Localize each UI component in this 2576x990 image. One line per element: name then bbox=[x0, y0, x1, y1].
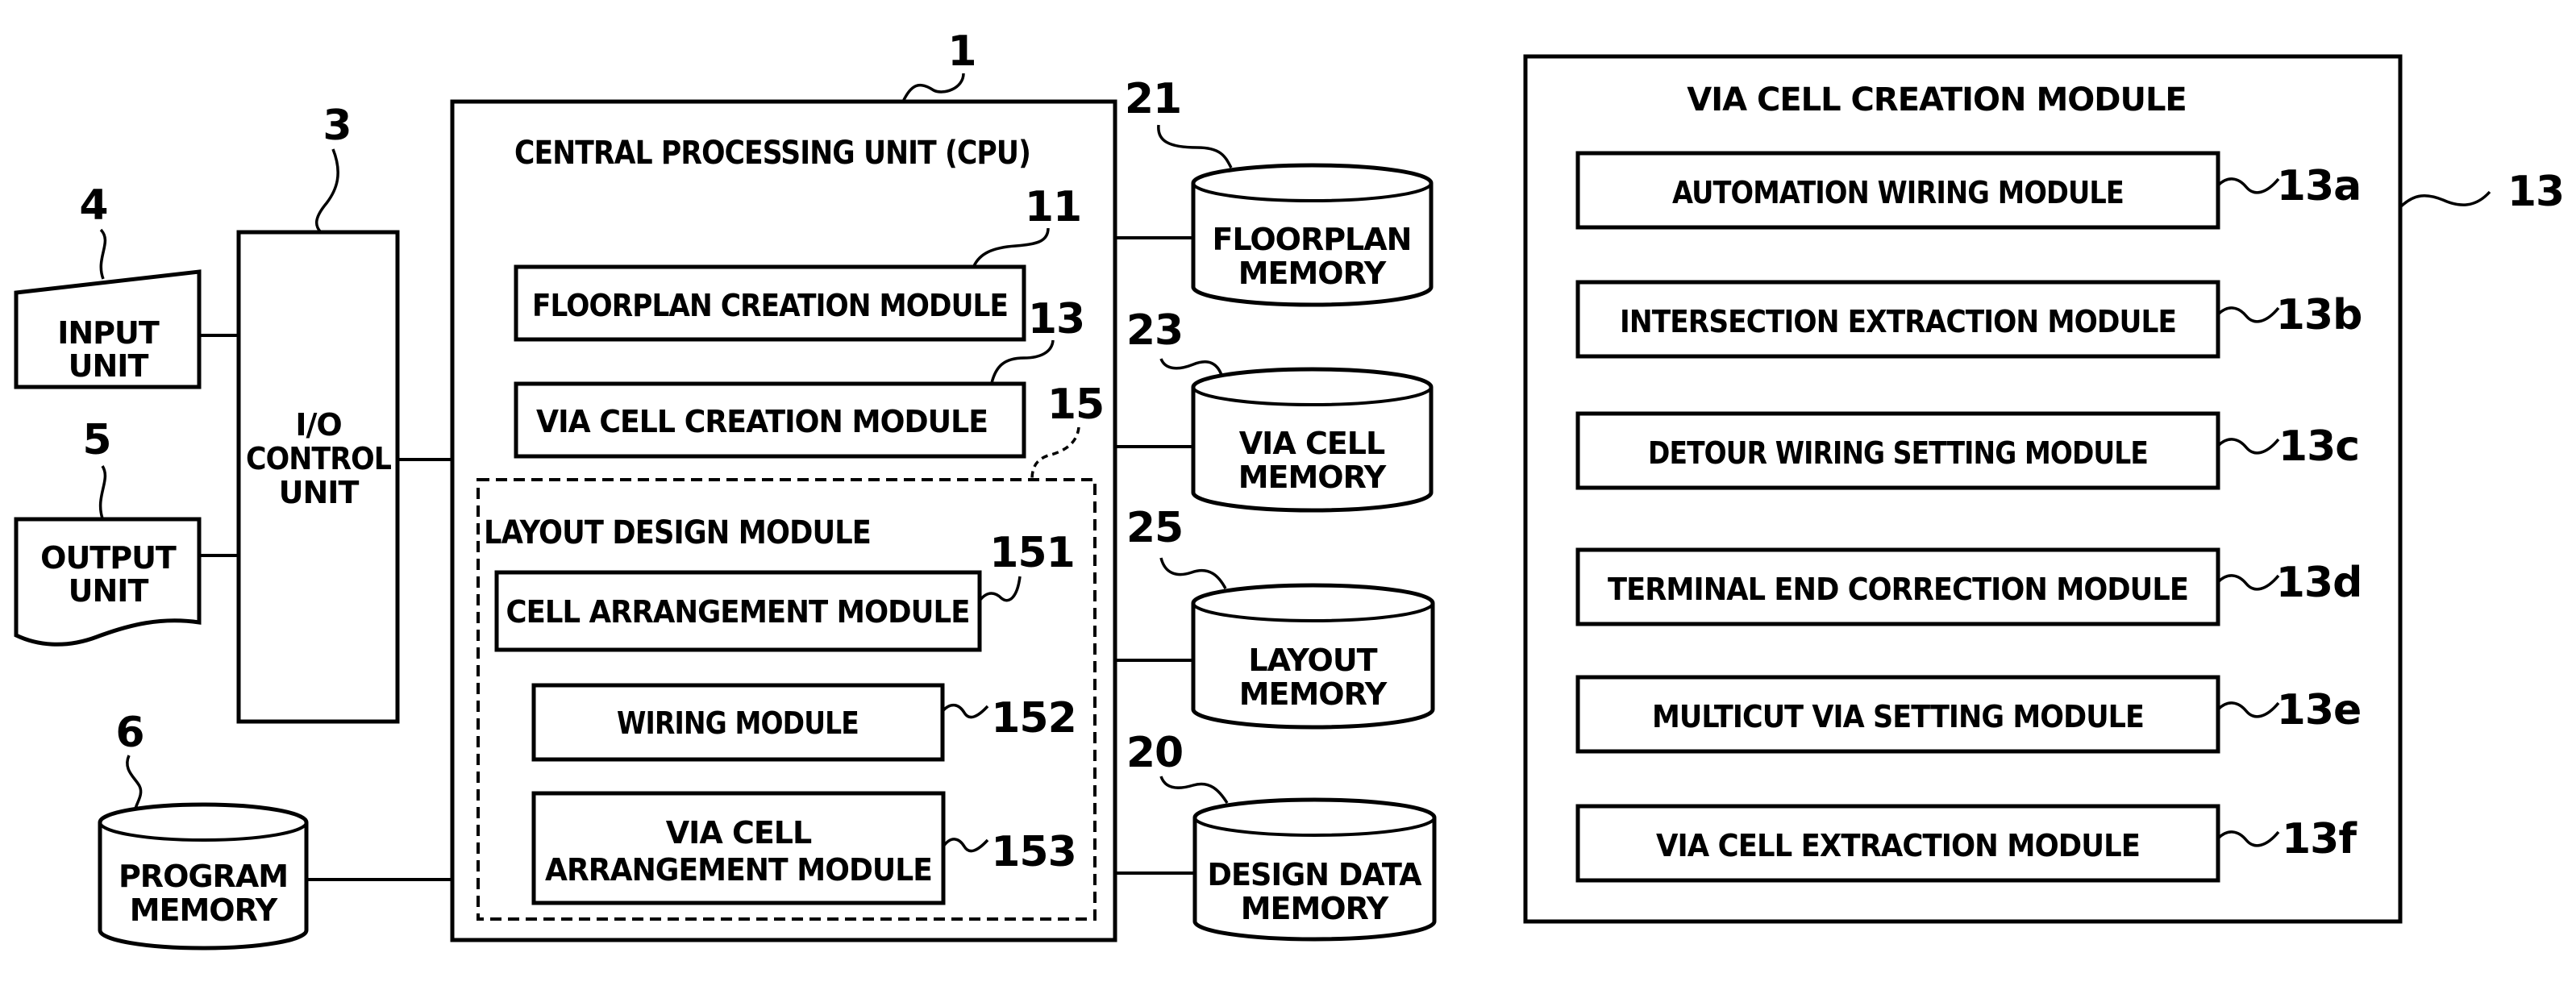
via-cell-memory-label-line2: MEMORY bbox=[1238, 460, 1387, 495]
leader-21 bbox=[1157, 124, 1233, 168]
ref-label-13: 13 bbox=[1028, 295, 1084, 343]
design-data-memory: DESIGN DATA MEMORY 20 bbox=[1126, 729, 1437, 942]
ref-label-4: 4 bbox=[79, 181, 107, 230]
input-unit: INPUT UNIT 4 bbox=[14, 181, 202, 389]
ref-label-1: 1 bbox=[947, 27, 976, 76]
ref-label-25: 25 bbox=[1126, 504, 1183, 552]
design-data-memory-label-line1: DESIGN DATA bbox=[1208, 857, 1423, 892]
output-unit-label-line2: UNIT bbox=[69, 573, 149, 609]
ref-label-15: 15 bbox=[1047, 381, 1104, 429]
floorplan-memory-label-line2: MEMORY bbox=[1238, 256, 1387, 291]
program-memory-label-line1: PROGRAM bbox=[119, 859, 288, 894]
via-cell-arrangement-module-label-line2: ARRANGEMENT MODULE bbox=[545, 852, 932, 888]
detail-module-label: MULTICUT VIA SETTING MODULE bbox=[1652, 699, 2144, 734]
design-data-memory-label-line2: MEMORY bbox=[1241, 891, 1389, 926]
ref-label-21: 21 bbox=[1125, 75, 1181, 123]
ref-label-3: 3 bbox=[323, 102, 351, 150]
via-cell-creation-detail-panel: VIA CELL CREATION MODULE 13 AUTOMATION W… bbox=[1523, 54, 2565, 924]
layout-memory-label-line1: LAYOUT bbox=[1248, 643, 1377, 678]
program-memory: PROGRAM MEMORY 6 bbox=[98, 709, 309, 950]
ref-label-20: 20 bbox=[1126, 729, 1183, 777]
via-cell-memory: VIA CELL MEMORY 23 bbox=[1126, 306, 1434, 513]
wiring-module-label: WIRING MODULE bbox=[617, 705, 859, 741]
detail-module-label: INTERSECTION EXTRACTION MODULE bbox=[1620, 304, 2176, 339]
ref-label-152: 152 bbox=[991, 694, 1076, 742]
leader-25 bbox=[1159, 557, 1227, 589]
output-unit: OUTPUT UNIT 5 bbox=[14, 416, 202, 647]
io-control-unit-label-line3: UNIT bbox=[279, 475, 360, 510]
ref-label-151: 151 bbox=[989, 529, 1075, 577]
ref-label-153: 153 bbox=[991, 828, 1076, 876]
cpu: CENTRAL PROCESSING UNIT (CPU) 1 FLOORPLA… bbox=[450, 27, 1117, 942]
io-control-unit-label-line2: CONTROL bbox=[246, 441, 392, 476]
detail-module-label: DETOUR WIRING SETTING MODULE bbox=[1648, 435, 2148, 471]
ref-label-5: 5 bbox=[82, 416, 110, 464]
output-unit-label-line1: OUTPUT bbox=[40, 540, 177, 576]
ref-label-6: 6 bbox=[115, 709, 144, 757]
cpu-title: CENTRAL PROCESSING UNIT (CPU) bbox=[514, 135, 1030, 172]
cell-arrangement-module-label: CELL ARRANGEMENT MODULE bbox=[506, 594, 970, 630]
via-cell-arrangement-module-label-line1: VIA CELL bbox=[666, 815, 812, 851]
leader-5 bbox=[98, 465, 107, 519]
floorplan-creation-module-label: FLOORPLAN CREATION MODULE bbox=[532, 288, 1008, 323]
layout-memory-label-line2: MEMORY bbox=[1239, 676, 1388, 712]
ref-label-13-panel: 13 bbox=[2507, 168, 2564, 216]
ref-label-23: 23 bbox=[1126, 306, 1183, 355]
leader-23 bbox=[1159, 358, 1223, 376]
ref-label-11: 11 bbox=[1025, 183, 1081, 231]
leader-20 bbox=[1159, 776, 1229, 804]
floorplan-memory: FLOORPLAN MEMORY 21 bbox=[1125, 75, 1434, 307]
via-cell-creation-detail-title: VIA CELL CREATION MODULE bbox=[1687, 81, 2187, 119]
input-unit-label-line2: UNIT bbox=[69, 348, 149, 384]
floorplan-memory-label-line1: FLOORPLAN bbox=[1213, 222, 1412, 257]
detail-module-ref-label: 13b bbox=[2276, 291, 2362, 339]
io-control-unit-label-line1: I/O bbox=[295, 407, 341, 443]
io-control-unit: I/O CONTROL UNIT 3 bbox=[236, 102, 400, 724]
block-diagram: INPUT UNIT 4 OUTPUT UNIT 5 I/O CONTROL U… bbox=[14, 27, 2565, 950]
detail-module-ref-label: 13e bbox=[2277, 686, 2362, 734]
leader-13-panel bbox=[2399, 190, 2491, 208]
detail-module-ref-label: 13a bbox=[2277, 162, 2361, 210]
detail-module-label: VIA CELL EXTRACTION MODULE bbox=[1656, 828, 2140, 863]
leader-6 bbox=[126, 755, 143, 809]
via-cell-memory-label-line1: VIA CELL bbox=[1239, 426, 1385, 461]
program-memory-label-line2: MEMORY bbox=[130, 892, 278, 928]
detail-module-ref-label: 13d bbox=[2276, 559, 2362, 607]
detail-module-ref-label: 13f bbox=[2282, 815, 2358, 863]
leader-4 bbox=[99, 228, 107, 280]
input-unit-label-line1: INPUT bbox=[57, 315, 160, 351]
layout-design-module-title: LAYOUT DESIGN MODULE bbox=[484, 514, 871, 551]
detail-module-label: AUTOMATION WIRING MODULE bbox=[1672, 175, 2124, 210]
detail-module-ref-label: 13c bbox=[2278, 422, 2359, 471]
leader-3 bbox=[314, 148, 339, 234]
via-cell-creation-module-label: VIA CELL CREATION MODULE bbox=[536, 404, 988, 439]
layout-memory: LAYOUT MEMORY 25 bbox=[1126, 504, 1435, 730]
detail-module-label: TERMINAL END CORRECTION MODULE bbox=[1608, 572, 2188, 607]
leader-1 bbox=[901, 73, 965, 102]
